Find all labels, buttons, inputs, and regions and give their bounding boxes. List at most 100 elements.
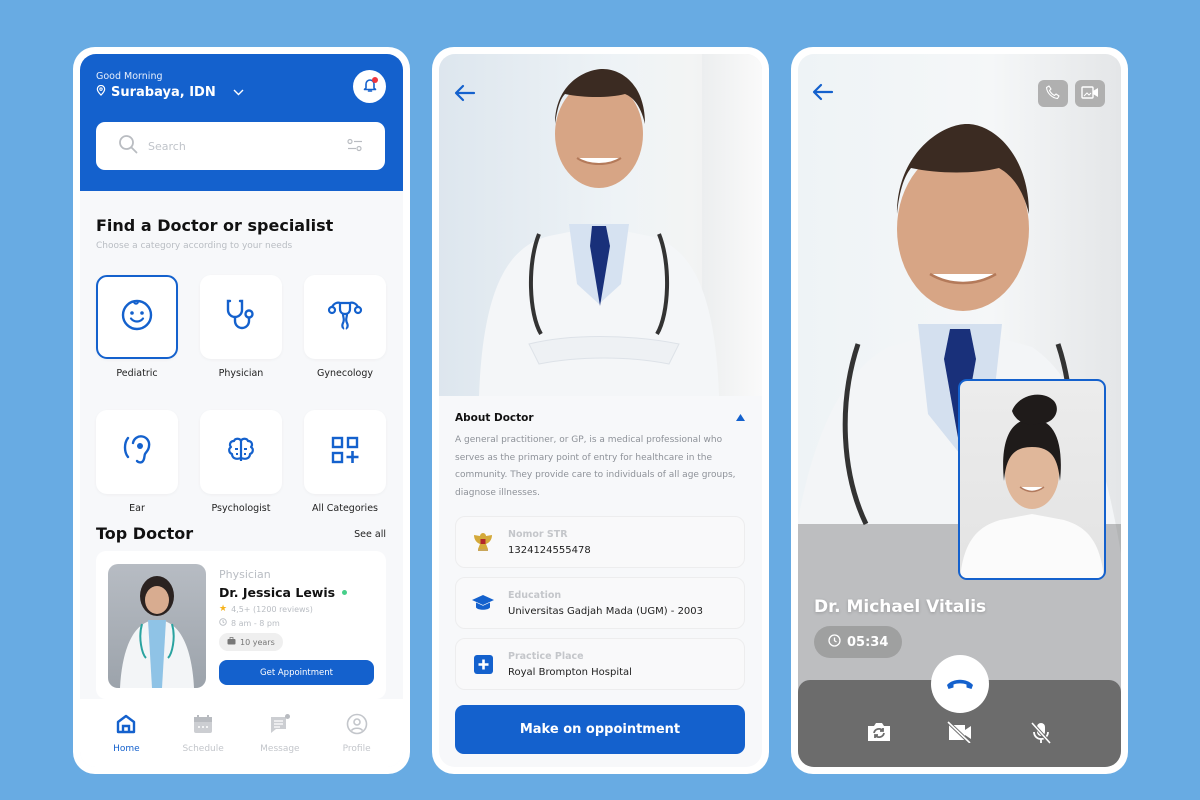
clock-icon [828,633,841,651]
make-appointment-button[interactable]: Make on oppointment [455,705,745,754]
see-all-link[interactable]: See all [354,529,386,540]
notification-dot [372,77,378,83]
uterus-icon [327,299,363,335]
doctor-specialty: Physician [219,568,271,581]
hang-up-icon [945,676,975,693]
baby-face-icon [120,298,154,336]
graduation-cap-icon [470,593,496,613]
about-doctor-section: About Doctor A general practitioner, or … [455,412,745,502]
caller-name: Dr. Michael Vitalis [814,597,987,617]
home-screen-phone: Good Morning Surabaya, IDN Search Find a… [73,47,410,774]
top-doctor-title: Top Doctor [96,524,194,543]
location-selector[interactable]: Surabaya, IDN [96,84,244,100]
info-card-str: Nomor STR 1324124555478 [455,516,745,568]
home-header: Good Morning Surabaya, IDN Search [80,54,403,191]
info-label: Nomor STR [508,528,568,540]
nav-label: Profile [342,743,371,754]
clock-icon [219,618,227,628]
doctor-detail-screen: About Doctor A general practitioner, or … [439,54,762,767]
category-grid: Pediatric Physician Gynecology Ear Psych… [96,275,386,514]
hospital-cross-icon [470,654,496,674]
home-screen: Good Morning Surabaya, IDN Search Find a… [80,54,403,767]
doctor-detail-phone: About Doctor A general practitioner, or … [432,47,769,774]
back-button[interactable] [812,83,834,105]
filter-icon[interactable] [347,137,363,156]
doctor-photo [108,564,206,688]
category-ear[interactable]: Ear [96,410,178,514]
collapse-triangle-icon[interactable] [736,412,745,424]
category-label: Gynecology [317,368,373,379]
video-call-button[interactable] [1075,80,1105,107]
voice-call-button[interactable] [1038,80,1068,107]
doctor-rating: 4,5+ (1200 reviews) [231,604,313,614]
back-button[interactable] [454,84,476,106]
doctor-hours: 8 am - 8 pm [231,618,280,628]
mute-mic-button[interactable] [1029,721,1053,749]
nav-label: Message [260,743,300,754]
online-indicator [342,590,348,595]
section-title: Find a Doctor or specialist [96,216,334,235]
doctor-portrait [479,69,719,396]
info-card-practice-place: Practice Place Royal Brompton Hospital [455,638,745,690]
self-portrait [960,394,1104,578]
briefcase-icon [227,637,236,647]
switch-camera-button[interactable] [866,721,892,749]
call-timer: 05:34 [814,626,903,658]
nav-message[interactable]: Message [250,713,310,754]
nav-profile[interactable]: Profile [327,713,387,754]
category-label: Ear [129,503,145,514]
end-call-button[interactable] [931,655,989,713]
doctor-name: Dr. Jessica Lewis [219,585,336,600]
nav-label: Home [113,743,140,754]
brain-icon [225,435,257,469]
about-title: About Doctor [455,412,534,424]
bottom-nav: Home Schedule Message Profile [80,699,403,767]
self-video-preview[interactable] [958,379,1106,580]
video-camera-icon [1081,84,1099,103]
garuda-emblem-icon [470,530,496,554]
nav-home[interactable]: Home [96,713,156,754]
category-label: All Categories [311,503,378,514]
profile-icon [346,713,368,738]
category-physician[interactable]: Physician [200,275,282,379]
ear-icon [122,433,152,471]
info-card-education: Education Universitas Gadjah Mada (UGM) -… [455,577,745,629]
chevron-down-icon [233,85,244,100]
category-gynecology[interactable]: Gynecology [304,275,386,379]
experience-badge: 10 years [219,633,283,651]
nav-schedule[interactable]: Schedule [173,713,233,754]
category-label: Pediatric [116,368,158,379]
doctor-hero-photo [439,54,762,396]
notification-button[interactable] [353,70,386,103]
nav-label: Schedule [182,743,224,754]
search-input[interactable]: Search [96,122,385,170]
info-value: Universitas Gadjah Mada (UGM) - 2003 [508,605,704,617]
get-appointment-button[interactable]: Get Appointment [219,660,374,685]
info-label: Practice Place [508,650,584,662]
info-label: Education [508,589,562,601]
video-call-phone: Dr. Michael Vitalis 05:34 [791,47,1128,774]
info-value: Royal Brompton Hospital [508,666,632,678]
video-call-screen: Dr. Michael Vitalis 05:34 [798,54,1121,767]
stethoscope-icon [225,298,257,336]
star-icon: ★ [219,604,228,614]
search-placeholder: Search [148,139,186,153]
category-pediatric[interactable]: Pediatric [96,275,178,379]
category-all[interactable]: All Categories [304,410,386,514]
section-subtitle: Choose a category according to your need… [96,241,293,251]
search-icon [118,134,138,158]
calendar-icon [192,713,214,738]
location-pin-icon [96,84,106,100]
category-label: Psychologist [211,503,271,514]
home-icon [115,713,137,738]
doctor-card[interactable]: Physician Dr. Jessica Lewis ★ 4,5+ (1200 … [96,551,386,699]
info-value: 1324124555478 [508,544,591,556]
about-header[interactable]: About Doctor [455,412,745,424]
greeting-text: Good Morning [96,71,163,82]
phone-icon [1045,84,1060,103]
video-off-button[interactable] [947,720,973,749]
location-text: Surabaya, IDN [111,85,216,100]
category-psychologist[interactable]: Psychologist [200,410,282,514]
grid-plus-icon [331,436,359,468]
call-duration: 05:34 [847,634,889,650]
